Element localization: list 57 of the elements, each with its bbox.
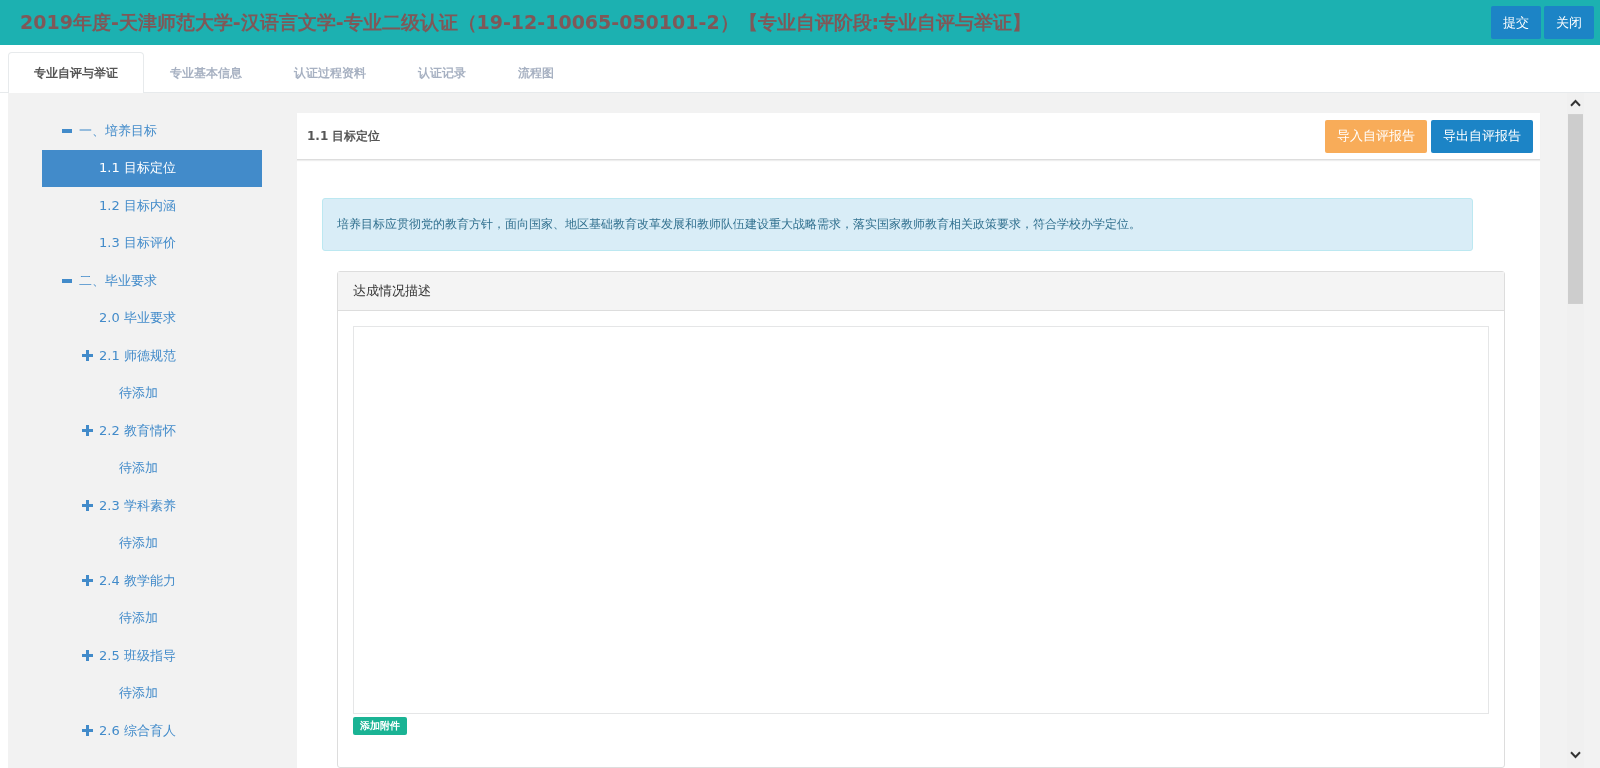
tree-item[interactable]: 一、培养目标 [42, 112, 262, 150]
panel-title: 1.1 目标定位 [307, 127, 382, 145]
tree-item[interactable]: 2.2 教育情怀 [42, 412, 262, 450]
tree-item[interactable]: 2.5 班级指导 [42, 637, 262, 675]
tree-item-label: 待添加 [119, 534, 158, 553]
expand-icon[interactable] [81, 500, 93, 512]
tree-item-label: 2.3 学科素养 [99, 496, 176, 515]
tab[interactable]: 认证记录 [392, 52, 492, 93]
editor-field[interactable] [353, 326, 1489, 714]
tab[interactable]: 专业自评与举证 [8, 52, 144, 93]
tree-item-label: 2.0 毕业要求 [99, 309, 176, 328]
tree-item-label: 1.1 目标定位 [99, 159, 176, 178]
tree-item[interactable]: 2.6 综合育人 [42, 712, 262, 750]
window-title: 2019年度-天津师范大学-汉语言文学-专业二级认证（19-12-10065-050101-2）【专业自评阶段:专业自评与举证】 [20, 9, 1033, 35]
expand-icon[interactable] [81, 425, 93, 437]
import-report-button[interactable]: 导入自评报告 [1325, 119, 1427, 153]
tree-item[interactable]: 2.3 学科素养 [42, 487, 262, 525]
tree-item-label: 2.1 师德规范 [99, 346, 176, 365]
expand-icon[interactable] [81, 350, 93, 362]
tree-item-label: 1.2 目标内涵 [99, 196, 176, 215]
collapse-icon[interactable] [62, 278, 72, 283]
add-attachment-button[interactable]: 添加附件 [353, 717, 407, 735]
tree-item[interactable]: 二、毕业要求 [42, 262, 262, 300]
tab[interactable]: 流程图 [492, 52, 580, 93]
expand-icon[interactable] [81, 575, 93, 587]
tree-item-label: 待添加 [119, 684, 158, 703]
tab[interactable]: 认证过程资料 [268, 52, 392, 93]
tree-item-label: 2.5 班级指导 [99, 646, 176, 665]
tree-item-label: 待添加 [119, 384, 158, 403]
tree-item[interactable]: 2.4 教学能力 [42, 562, 262, 600]
submit-button[interactable]: 提交 [1491, 6, 1541, 39]
tree-item-label: 2.4 教学能力 [99, 571, 176, 590]
tree-item[interactable]: 2.1 师德规范 [42, 337, 262, 375]
tree-item[interactable]: 待添加 [42, 449, 262, 487]
tree-item[interactable]: 待添加 [42, 524, 262, 562]
card-title: 达成情况描述 [338, 272, 1504, 311]
close-button[interactable]: 关闭 [1544, 6, 1594, 39]
collapse-icon[interactable] [62, 128, 72, 133]
tab[interactable]: 专业基本信息 [144, 52, 268, 93]
tree-item-label: 二、毕业要求 [79, 271, 157, 290]
expand-icon[interactable] [81, 725, 93, 737]
expand-icon[interactable] [81, 650, 93, 662]
tree-item[interactable]: 1.3 目标评价 [42, 224, 262, 262]
tree-item[interactable]: 待添加 [42, 674, 262, 712]
tree-item[interactable]: 2.0 毕业要求 [42, 299, 262, 337]
tree-item-label: 待添加 [119, 609, 158, 628]
tree-item-label: 2.6 综合育人 [99, 721, 176, 740]
tree-item[interactable]: 待添加 [42, 374, 262, 412]
tree-item-label: 待添加 [119, 459, 158, 478]
tree-item-label: 1.3 目标评价 [99, 234, 176, 253]
info-notice: 培养目标应贯彻党的教育方针，面向国家、地区基础教育改革发展和教师队伍建设重大战略需求，落实国家教师教育相关政策要求，符合学校办学定位。 [322, 198, 1473, 251]
tree-item[interactable]: 1.1 目标定位 [42, 149, 262, 187]
export-report-button[interactable]: 导出自评报告 [1431, 119, 1533, 153]
tree-item-label: 2.2 教育情怀 [99, 421, 176, 440]
tree-item-label: 一、培养目标 [79, 121, 157, 140]
tree-item[interactable]: 待添加 [42, 599, 262, 637]
tree-item[interactable]: 1.2 目标内涵 [42, 187, 262, 225]
